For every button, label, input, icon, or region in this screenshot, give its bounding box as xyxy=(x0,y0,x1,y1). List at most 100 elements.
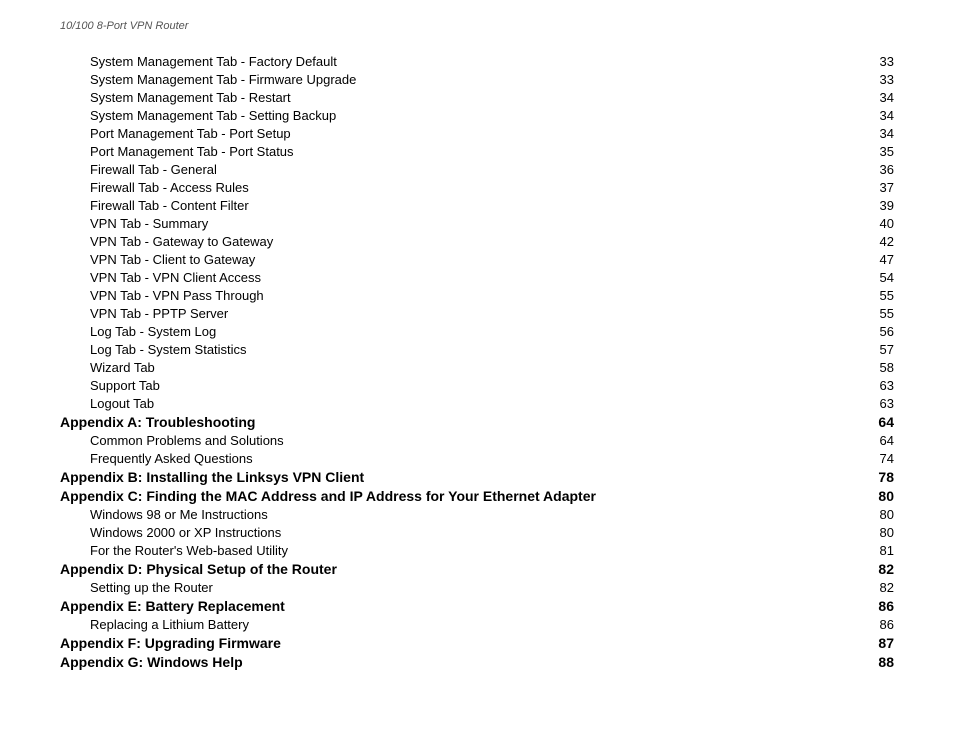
toc-row: VPN Tab - VPN Pass Through55 xyxy=(60,286,894,304)
toc-entry-label: Setting up the Router xyxy=(60,578,870,596)
toc-row: Appendix A: Troubleshooting64 xyxy=(60,412,894,431)
toc-page-number: 80 xyxy=(870,523,894,541)
toc-row: Appendix D: Physical Setup of the Router… xyxy=(60,559,894,578)
toc-entry-label: Log Tab - System Statistics xyxy=(60,340,870,358)
toc-entry-label: Port Management Tab - Port Setup xyxy=(60,124,870,142)
toc-entry-label: VPN Tab - VPN Client Access xyxy=(60,268,870,286)
toc-page-number: 86 xyxy=(870,596,894,615)
toc-entry-label: Appendix G: Windows Help xyxy=(60,652,870,671)
toc-row: System Management Tab - Factory Default3… xyxy=(60,52,894,70)
toc-entry-label: Firewall Tab - General xyxy=(60,160,870,178)
toc-row: Port Management Tab - Port Setup34 xyxy=(60,124,894,142)
toc-entry-label: Wizard Tab xyxy=(60,358,870,376)
toc-entry-label: Common Problems and Solutions xyxy=(60,431,870,449)
toc-page-number: 34 xyxy=(870,124,894,142)
toc-row: Wizard Tab58 xyxy=(60,358,894,376)
toc-entry-label: System Management Tab - Firmware Upgrade xyxy=(60,70,870,88)
toc-entry-label: Windows 98 or Me Instructions xyxy=(60,505,870,523)
toc-page-number: 55 xyxy=(870,286,894,304)
toc-page-number: 47 xyxy=(870,250,894,268)
toc-entry-label: System Management Tab - Restart xyxy=(60,88,870,106)
toc-page-number: 58 xyxy=(870,358,894,376)
toc-page-number: 42 xyxy=(870,232,894,250)
toc-page-number: 82 xyxy=(870,559,894,578)
toc-row: Port Management Tab - Port Status35 xyxy=(60,142,894,160)
toc-table: System Management Tab - Factory Default3… xyxy=(60,52,894,671)
toc-row: Appendix C: Finding the MAC Address and … xyxy=(60,486,894,505)
toc-entry-label: Replacing a Lithium Battery xyxy=(60,615,870,633)
toc-row: VPN Tab - PPTP Server55 xyxy=(60,304,894,322)
toc-entry-label: Appendix B: Installing the Linksys VPN C… xyxy=(60,467,870,486)
toc-entry-label: Appendix F: Upgrading Firmware xyxy=(60,633,870,652)
toc-row: VPN Tab - Summary40 xyxy=(60,214,894,232)
toc-page-number: 35 xyxy=(870,142,894,160)
toc-entry-label: Appendix D: Physical Setup of the Router xyxy=(60,559,870,578)
toc-row: Firewall Tab - Content Filter39 xyxy=(60,196,894,214)
toc-row: Appendix E: Battery Replacement86 xyxy=(60,596,894,615)
toc-page-number: 36 xyxy=(870,160,894,178)
toc-entry-label: Firewall Tab - Content Filter xyxy=(60,196,870,214)
toc-entry-label: Firewall Tab - Access Rules xyxy=(60,178,870,196)
toc-page-number: 63 xyxy=(870,394,894,412)
toc-page-number: 34 xyxy=(870,106,894,124)
toc-page-number: 64 xyxy=(870,412,894,431)
toc-page-number: 78 xyxy=(870,467,894,486)
toc-entry-label: Log Tab - System Log xyxy=(60,322,870,340)
toc-page-number: 33 xyxy=(870,70,894,88)
toc-row: Appendix F: Upgrading Firmware87 xyxy=(60,633,894,652)
toc-row: Support Tab63 xyxy=(60,376,894,394)
toc-entry-label: System Management Tab - Setting Backup xyxy=(60,106,870,124)
toc-row: For the Router's Web-based Utility81 xyxy=(60,541,894,559)
toc-row: System Management Tab - Firmware Upgrade… xyxy=(60,70,894,88)
toc-entry-label: VPN Tab - VPN Pass Through xyxy=(60,286,870,304)
toc-page-number: 86 xyxy=(870,615,894,633)
toc-page-number: 80 xyxy=(870,486,894,505)
toc-row: Appendix B: Installing the Linksys VPN C… xyxy=(60,467,894,486)
toc-page-number: 54 xyxy=(870,268,894,286)
toc-row: Replacing a Lithium Battery86 xyxy=(60,615,894,633)
toc-row: System Management Tab - Setting Backup34 xyxy=(60,106,894,124)
toc-entry-label: Appendix C: Finding the MAC Address and … xyxy=(60,486,870,505)
toc-page-number: 64 xyxy=(870,431,894,449)
toc-row: Logout Tab63 xyxy=(60,394,894,412)
toc-row: Log Tab - System Statistics57 xyxy=(60,340,894,358)
toc-entry-label: VPN Tab - PPTP Server xyxy=(60,304,870,322)
toc-page-number: 37 xyxy=(870,178,894,196)
toc-page-number: 33 xyxy=(870,52,894,70)
toc-entry-label: Port Management Tab - Port Status xyxy=(60,142,870,160)
toc-row: System Management Tab - Restart34 xyxy=(60,88,894,106)
toc-row: Frequently Asked Questions74 xyxy=(60,449,894,467)
toc-row: Appendix G: Windows Help88 xyxy=(60,652,894,671)
toc-entry-label: Windows 2000 or XP Instructions xyxy=(60,523,870,541)
toc-entry-label: Logout Tab xyxy=(60,394,870,412)
toc-page-number: 87 xyxy=(870,633,894,652)
toc-page-number: 40 xyxy=(870,214,894,232)
toc-page-number: 74 xyxy=(870,449,894,467)
toc-row: Windows 2000 or XP Instructions80 xyxy=(60,523,894,541)
toc-page-number: 55 xyxy=(870,304,894,322)
toc-page-number: 34 xyxy=(870,88,894,106)
toc-entry-label: For the Router's Web-based Utility xyxy=(60,541,870,559)
toc-page-number: 82 xyxy=(870,578,894,596)
toc-row: VPN Tab - Client to Gateway47 xyxy=(60,250,894,268)
toc-entry-label: VPN Tab - Summary xyxy=(60,214,870,232)
toc-row: Windows 98 or Me Instructions80 xyxy=(60,505,894,523)
toc-entry-label: Frequently Asked Questions xyxy=(60,449,870,467)
toc-page-number: 80 xyxy=(870,505,894,523)
toc-page-number: 56 xyxy=(870,322,894,340)
toc-page-number: 63 xyxy=(870,376,894,394)
toc-row: Log Tab - System Log56 xyxy=(60,322,894,340)
toc-entry-label: System Management Tab - Factory Default xyxy=(60,52,870,70)
toc-entry-label: VPN Tab - Gateway to Gateway xyxy=(60,232,870,250)
toc-row: VPN Tab - VPN Client Access54 xyxy=(60,268,894,286)
toc-entry-label: VPN Tab - Client to Gateway xyxy=(60,250,870,268)
page-header: 10/100 8-Port VPN Router xyxy=(60,20,894,32)
toc-row: Firewall Tab - Access Rules37 xyxy=(60,178,894,196)
toc-row: Setting up the Router82 xyxy=(60,578,894,596)
toc-page-number: 81 xyxy=(870,541,894,559)
toc-row: Common Problems and Solutions64 xyxy=(60,431,894,449)
toc-page-number: 88 xyxy=(870,652,894,671)
toc-row: VPN Tab - Gateway to Gateway42 xyxy=(60,232,894,250)
toc-entry-label: Appendix E: Battery Replacement xyxy=(60,596,870,615)
toc-entry-label: Support Tab xyxy=(60,376,870,394)
